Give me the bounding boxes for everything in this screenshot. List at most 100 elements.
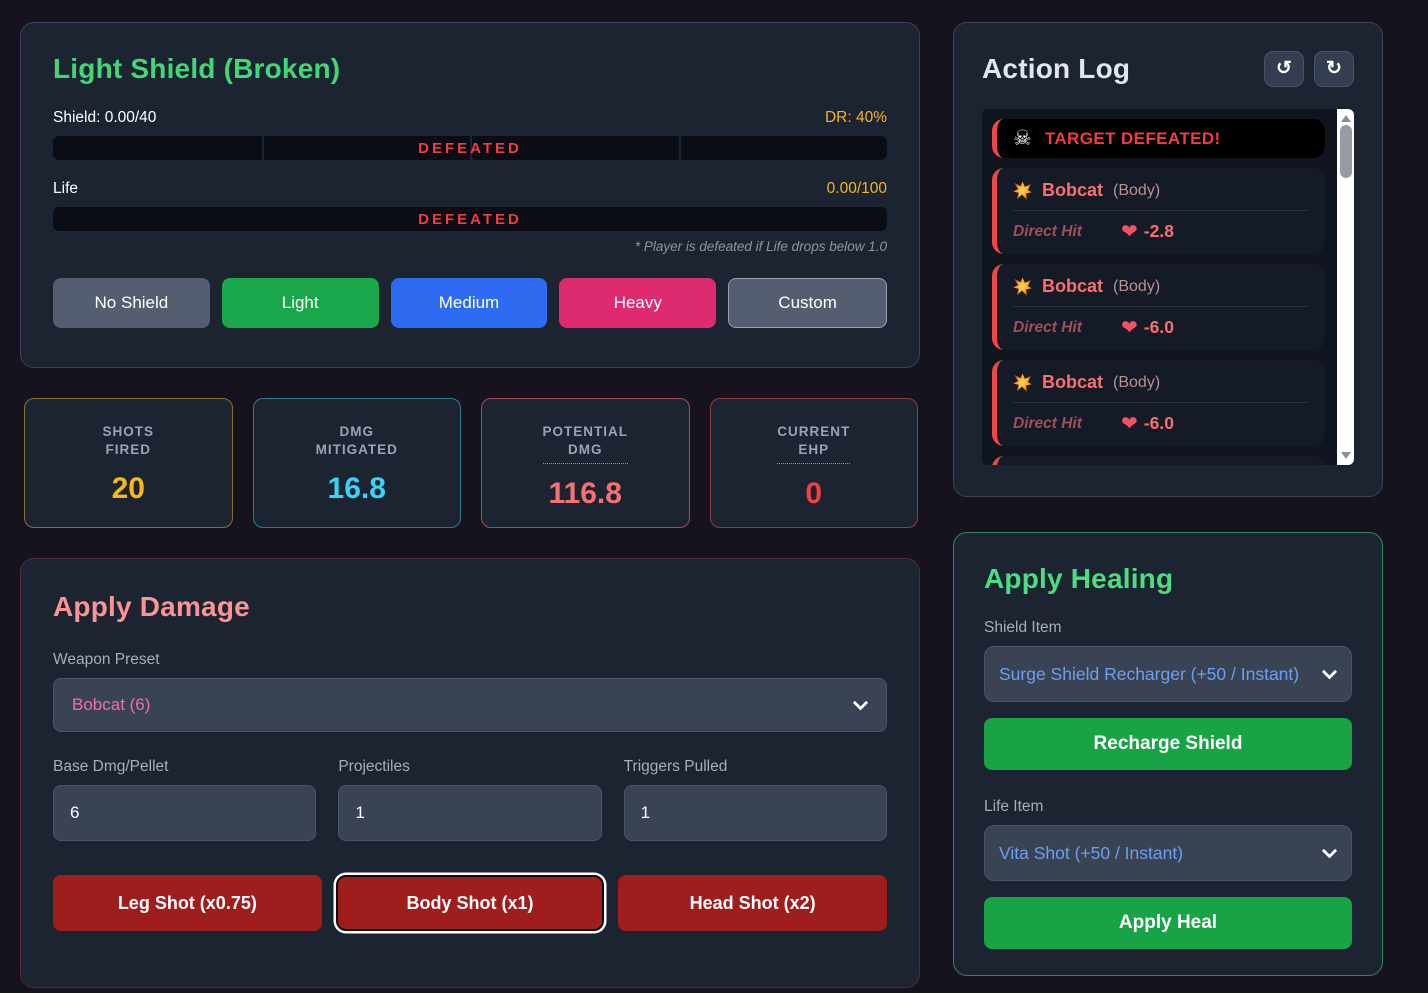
damage-buttons-row: Leg Shot (x0.75) Body Shot (x1) Head Shot … — [53, 875, 887, 931]
life-label: Life — [53, 180, 78, 197]
life-item-label: Life Item — [984, 798, 1044, 815]
log-entry-body: Direct Hit ❤ -6.0 — [1013, 413, 1309, 434]
undo-icon: ↺ — [1276, 57, 1292, 79]
apply-heal-button[interactable]: Apply Heal — [984, 897, 1352, 949]
log-entry-header: Bobcat (Body) — [1013, 180, 1309, 201]
hit-location: (Body) — [1113, 373, 1161, 391]
shield-preset-light-button[interactable]: Light — [221, 278, 379, 328]
shield-preset-heavy-button[interactable]: Heavy — [559, 278, 717, 328]
shield-preset-row: No Shield Light Medium Heavy Custom — [53, 278, 887, 328]
life-item-select[interactable]: Vita Shot (+50 / Instant) — [984, 825, 1352, 881]
triggers-pulled-input[interactable] — [623, 785, 887, 841]
damage-reduction-label: DR: 40% — [824, 109, 887, 126]
damage-amount: -6.0 — [1143, 317, 1174, 337]
defeat-footnote: * Player is defeated if Life drops below… — [634, 239, 887, 254]
explosion-icon — [1013, 277, 1032, 296]
head-shot-button[interactable]: Head Shot (x2) — [618, 875, 887, 931]
projectiles-input[interactable] — [338, 785, 602, 841]
base-dmg-pellet-input[interactable] — [53, 785, 317, 841]
shield-bar-status-text: DEFEATED — [418, 139, 522, 157]
undo-button[interactable]: ↺ — [1264, 51, 1304, 87]
stat-value: 16.8 — [327, 472, 386, 506]
stat-value: 0 — [805, 477, 823, 511]
action-log-title: Action Log — [982, 53, 1131, 84]
shield-preset-custom-button[interactable]: Custom — [728, 278, 887, 328]
weapon-name: Bobcat — [1042, 276, 1104, 296]
shield-status-panel: Light Shield (Broken) Shield: 0.00/40 DR… — [20, 22, 920, 368]
shield-item-value: Surge Shield Recharger (+50 / Instant) — [999, 663, 1300, 684]
weapon-name: Bobcat — [1042, 180, 1104, 200]
heart-icon: ❤ — [1121, 220, 1138, 243]
stat-label: SHOTS FIRED — [102, 424, 154, 458]
damage-field-label: Triggers Pulled — [623, 758, 728, 775]
shield-item-select[interactable]: Surge Shield Recharger (+50 / Instant) — [984, 646, 1352, 702]
body-shot-button[interactable]: Body Shot (x1) — [335, 875, 605, 931]
chevron-down-icon — [1321, 843, 1338, 859]
stat-card-dmg-mitigated: DMG MITIGATED 16.8 — [252, 398, 461, 528]
action-log-list: ☠ TARGET DEFEATED! Bobcat (Body) Direct Hit ❤… — [982, 109, 1354, 465]
hit-type-label: Direct Hit — [1013, 414, 1082, 432]
scrollbar-thumb[interactable] — [1339, 125, 1352, 178]
stat-card-potential-dmg: POTENTIAL DMG 116.8 — [481, 398, 690, 528]
weapon-name: Bobcat — [1042, 372, 1104, 392]
redo-button[interactable]: ↻ — [1314, 51, 1354, 87]
damage-field: Base Dmg/Pellet — [53, 758, 317, 841]
apply-healing-title: Apply Healing — [984, 563, 1174, 594]
shield-item-label: Shield Item — [984, 619, 1062, 636]
apply-damage-panel: Apply Damage Weapon Preset Bobcat (6) Ba… — [20, 558, 920, 988]
apply-healing-panel: Apply Healing Shield Item Surge Shield R… — [953, 532, 1383, 976]
weapon-preset-label: Weapon Preset — [53, 651, 160, 668]
log-entry-hit: Bobcat(Body) — [992, 456, 1325, 465]
chevron-down-icon — [852, 695, 869, 711]
damage-field: Projectiles — [338, 758, 602, 841]
stat-label: POTENTIAL DMG — [542, 423, 628, 465]
shield-preset-medium-button[interactable]: Medium — [390, 278, 548, 328]
life-value-label: 0.00/100 — [826, 180, 887, 197]
log-entries: ☠ TARGET DEFEATED! Bobcat (Body) Direct Hit ❤… — [992, 119, 1325, 465]
log-entry-header: Bobcat (Body) — [1013, 276, 1309, 297]
explosion-icon — [1013, 181, 1032, 200]
shield-value-label: Shield: 0.00/40 — [53, 109, 157, 126]
entry-divider — [1013, 306, 1309, 307]
life-item-value: Vita Shot (+50 / Instant) — [999, 842, 1184, 863]
damage-fields-row: Base Dmg/Pellet Projectiles Triggers Pulle… — [53, 758, 887, 841]
scroll-up-arrow-icon[interactable] — [1340, 115, 1351, 122]
log-entry-hit: Bobcat (Body) Direct Hit ❤ -6.0 — [992, 264, 1325, 350]
life-bar-status-text: DEFEATED — [418, 210, 522, 228]
action-log-panel: Action Log ↺ ↻ ☠ TARGET DEFEATED! Bobcat (B… — [953, 22, 1383, 497]
hit-location: (Body) — [1113, 277, 1161, 295]
stat-label: CURRENT EHP — [777, 423, 851, 465]
entry-divider — [1013, 210, 1309, 211]
weapon-preset-select[interactable]: Bobcat (6) — [53, 678, 887, 732]
stat-value: 20 — [111, 472, 145, 506]
log-entry-body: Direct Hit ❤ -2.8 — [1013, 221, 1309, 242]
weapon-preset-value: Bobcat (6) — [72, 695, 151, 714]
stat-card-current-ehp: CURRENT EHP 0 — [709, 398, 918, 528]
skull-icon: ☠ — [1013, 127, 1032, 150]
stat-value: 116.8 — [548, 477, 622, 511]
action-log-scrollbar[interactable] — [1337, 109, 1354, 465]
damage-field: Triggers Pulled — [623, 758, 887, 841]
log-entry-hit: Bobcat (Body) Direct Hit ❤ -6.0 — [992, 360, 1325, 446]
log-entry-defeat: ☠ TARGET DEFEATED! — [992, 119, 1325, 158]
shield-bar: DEFEATED — [53, 136, 887, 160]
hit-type-label: Direct Hit — [1013, 318, 1082, 336]
stat-card-shots-fired: SHOTS FIRED 20 — [24, 398, 233, 528]
damage-field-label: Projectiles — [338, 758, 410, 775]
heart-icon: ❤ — [1121, 412, 1138, 435]
life-bar: DEFEATED — [53, 207, 887, 231]
log-entry-header: Bobcat (Body) — [1013, 372, 1309, 393]
damage-amount: -6.0 — [1143, 413, 1174, 433]
shield-preset-no-shield-button[interactable]: No Shield — [53, 278, 210, 328]
damage-amount: -2.8 — [1143, 221, 1174, 241]
hit-location: (Body) — [1113, 181, 1161, 199]
recharge-shield-button[interactable]: Recharge Shield — [984, 718, 1352, 770]
damage-field-label: Base Dmg/Pellet — [53, 758, 169, 775]
leg-shot-button[interactable]: Leg Shot (x0.75) — [53, 875, 322, 931]
log-entry-body: Direct Hit ❤ -6.0 — [1013, 317, 1309, 338]
entry-divider — [1013, 402, 1309, 403]
explosion-icon — [1013, 373, 1032, 392]
heart-icon: ❤ — [1121, 316, 1138, 339]
defeat-text: TARGET DEFEATED! — [1044, 128, 1221, 148]
scroll-down-arrow-icon[interactable] — [1340, 452, 1351, 459]
